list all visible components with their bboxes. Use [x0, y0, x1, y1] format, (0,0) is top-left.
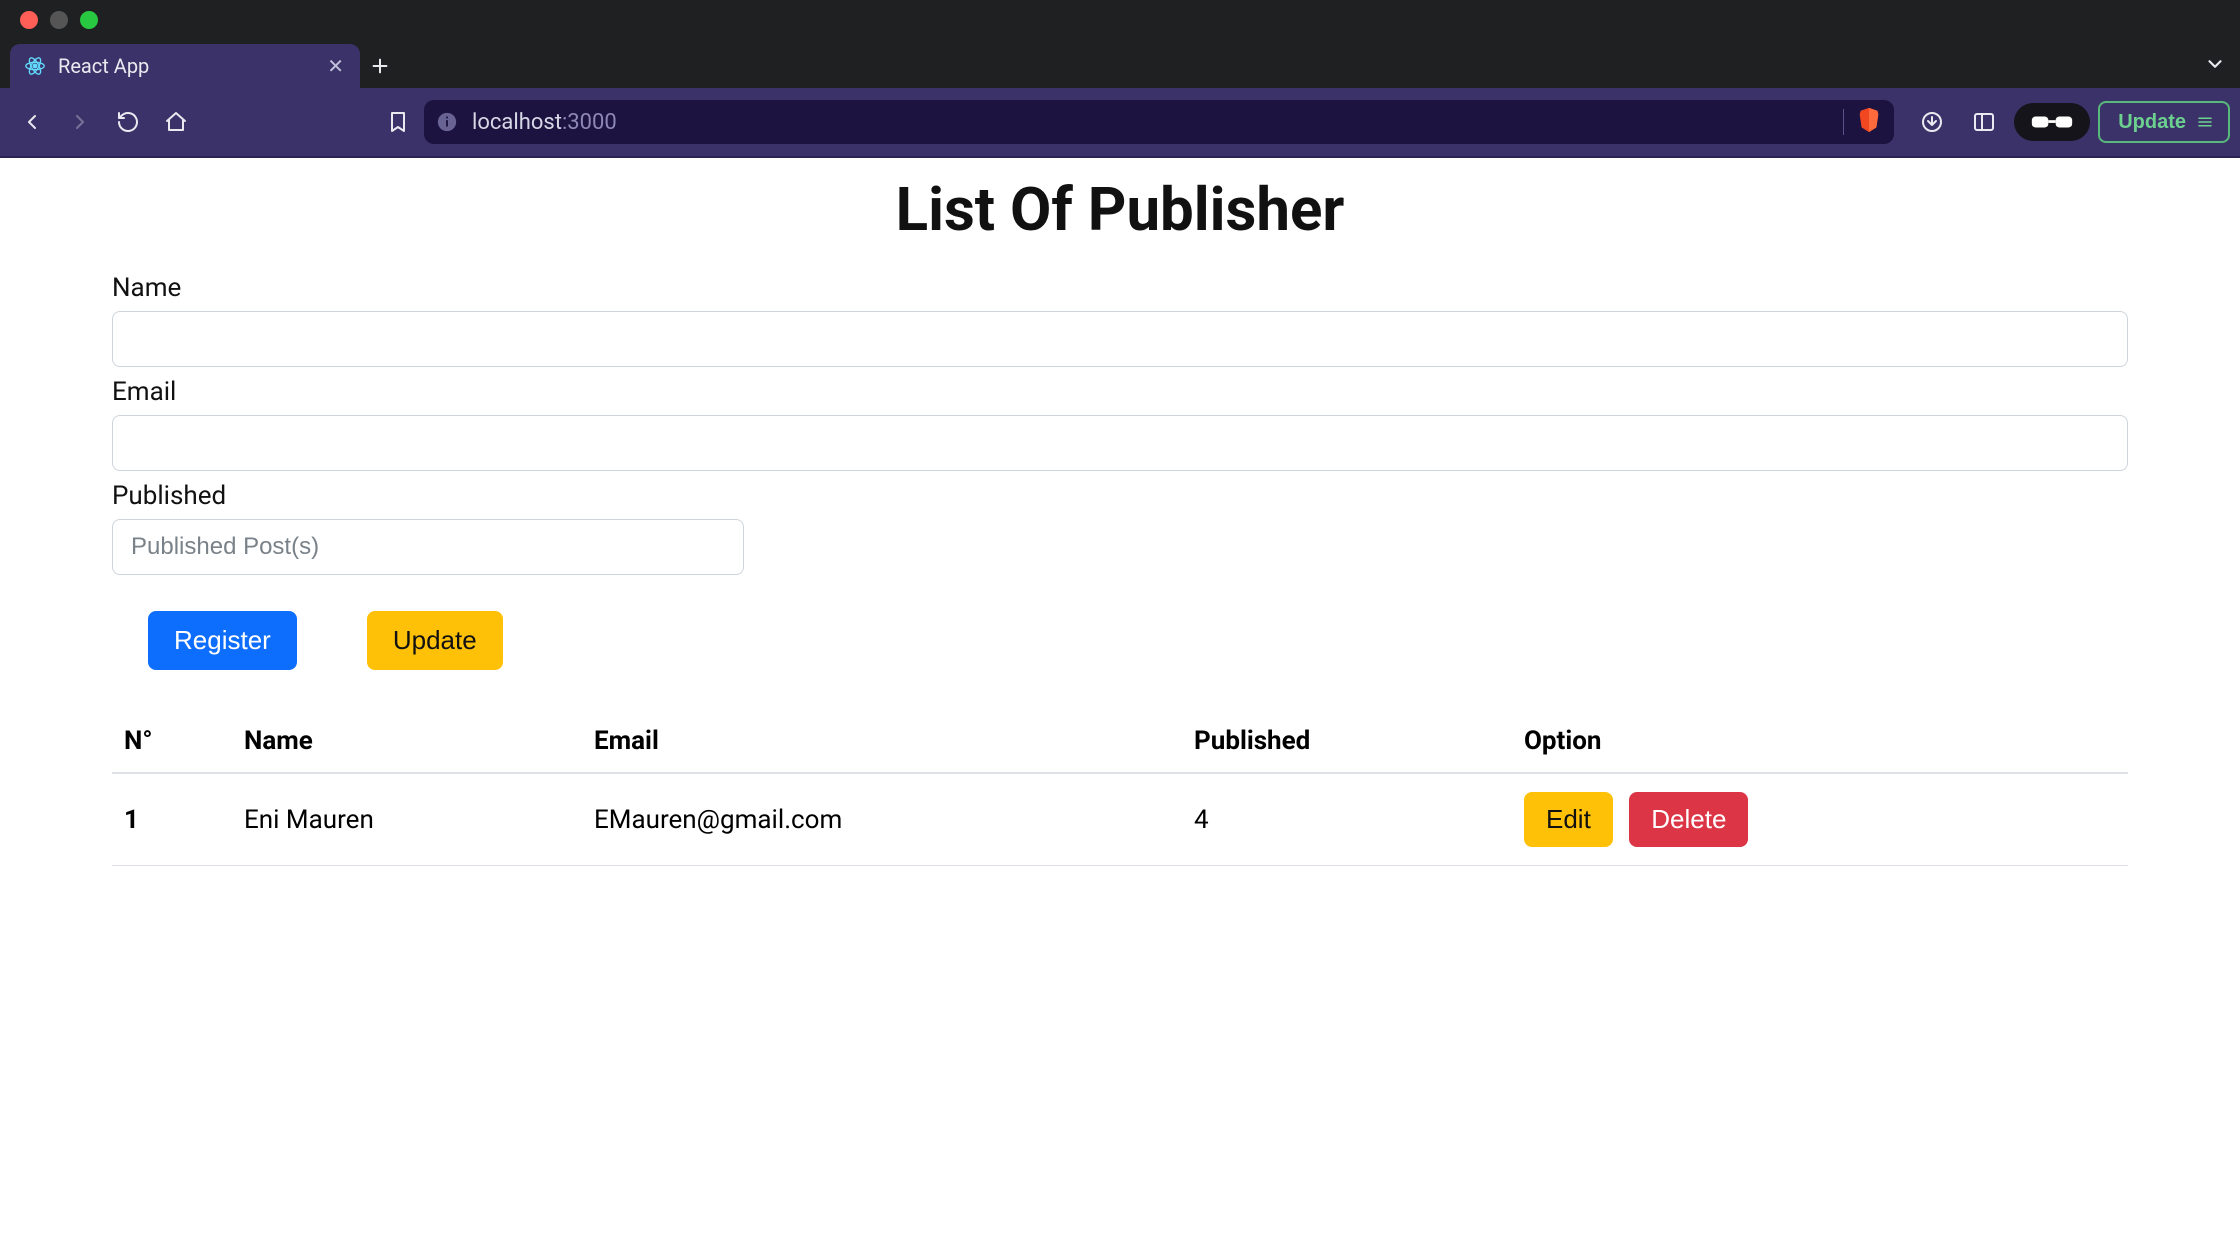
- brave-shield-icon[interactable]: [1856, 107, 1882, 137]
- window-minimize-button[interactable]: [50, 11, 68, 29]
- traffic-lights: [20, 11, 98, 29]
- cell-option: Edit Delete: [1512, 773, 2128, 866]
- page-content: List Of Publisher Name Email Published R…: [0, 158, 2240, 866]
- menu-icon: [2196, 113, 2214, 131]
- cell-name: Eni Mauren: [232, 773, 582, 866]
- cell-email: EMauren@gmail.com: [582, 773, 1182, 866]
- published-input[interactable]: [112, 519, 744, 575]
- name-label: Name: [112, 273, 2128, 303]
- page-title: List Of Publisher: [0, 174, 2240, 245]
- form-buttons: Register Update: [148, 611, 2128, 670]
- home-button[interactable]: [154, 100, 198, 144]
- email-input[interactable]: [112, 415, 2128, 471]
- register-button[interactable]: Register: [148, 611, 297, 670]
- name-input[interactable]: [112, 311, 2128, 367]
- table-row: 1 Eni Mauren EMauren@gmail.com 4 Edit De…: [112, 773, 2128, 866]
- published-label: Published: [112, 481, 2128, 511]
- delete-button[interactable]: Delete: [1629, 792, 1748, 847]
- tab-title: React App: [58, 54, 315, 78]
- browser-toolbar: localhost:3000 Update: [0, 88, 2240, 158]
- address-text: localhost:3000: [472, 110, 617, 135]
- tab-close-icon[interactable]: ✕: [327, 54, 344, 78]
- reload-button[interactable]: [106, 100, 150, 144]
- th-name: Name: [232, 710, 582, 773]
- private-mode-indicator[interactable]: [2014, 103, 2090, 141]
- window-close-button[interactable]: [20, 11, 38, 29]
- publisher-table: N° Name Email Published Option 1 Eni Mau…: [112, 710, 2128, 866]
- th-published: Published: [1182, 710, 1512, 773]
- update-button[interactable]: Update: [367, 611, 503, 670]
- email-label: Email: [112, 377, 2128, 407]
- edit-button[interactable]: Edit: [1524, 792, 1613, 847]
- browser-update-label: Update: [2118, 111, 2186, 134]
- browser-tab[interactable]: React App ✕: [10, 44, 360, 88]
- downloads-button[interactable]: [1910, 100, 1954, 144]
- tab-strip: React App ✕: [0, 40, 2240, 88]
- browser-update-button[interactable]: Update: [2098, 101, 2230, 143]
- th-option: Option: [1512, 710, 2128, 773]
- back-button[interactable]: [10, 100, 54, 144]
- sidebar-button[interactable]: [1962, 100, 2006, 144]
- address-port: :3000: [562, 110, 617, 135]
- address-host: localhost: [472, 110, 562, 135]
- address-bar[interactable]: localhost:3000: [424, 100, 1894, 144]
- cell-published: 4: [1182, 773, 1512, 866]
- th-email: Email: [582, 710, 1182, 773]
- cell-num: 1: [112, 773, 232, 866]
- forward-button[interactable]: [58, 100, 102, 144]
- window-maximize-button[interactable]: [80, 11, 98, 29]
- table-header-row: N° Name Email Published Option: [112, 710, 2128, 773]
- form-container: Name Email Published Register Update N° …: [0, 273, 2240, 866]
- site-info-icon[interactable]: [436, 111, 458, 133]
- window-titlebar: [0, 0, 2240, 40]
- bookmark-button[interactable]: [376, 100, 420, 144]
- new-tab-button[interactable]: [360, 44, 400, 88]
- address-separator: [1843, 109, 1844, 135]
- tabs-menu-button[interactable]: [2204, 53, 2226, 80]
- react-icon: [24, 55, 46, 77]
- th-num: N°: [112, 710, 232, 773]
- sunglasses-icon: [2030, 112, 2074, 132]
